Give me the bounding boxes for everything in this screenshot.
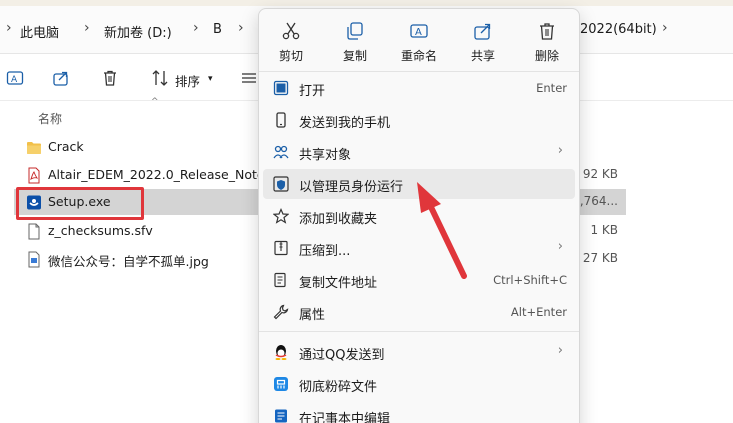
share-icon	[474, 23, 491, 40]
menu-item-send-to-phone[interactable]: 发送到我的手机	[263, 105, 575, 135]
delete-button[interactable]: 删除	[515, 13, 579, 71]
view-icon[interactable]	[240, 69, 258, 87]
share-button[interactable]: 共享	[451, 13, 515, 71]
menu-item-label: 复制文件地址	[299, 276, 378, 291]
menu-item-label: 打开	[299, 84, 326, 99]
cut-label: 剪切	[278, 49, 303, 63]
menu-item-run-as-admin[interactable]: 以管理员身份运行	[263, 169, 575, 199]
trash-icon[interactable]	[101, 69, 119, 87]
chevron-right-icon: ›	[557, 239, 563, 254]
notepad-icon	[275, 409, 287, 423]
menu-item-send-via-qq[interactable]: 通过QQ发送到 ›	[263, 337, 575, 367]
chevron-right-icon: ›	[6, 20, 12, 36]
file-size: ,764...	[579, 194, 618, 208]
menu-item-label: 压缩到...	[299, 244, 351, 259]
image-icon	[28, 251, 40, 268]
chevron-down-icon[interactable]: ▾	[208, 74, 213, 84]
pdf-icon	[28, 167, 40, 184]
file-size: 1 KB	[590, 223, 618, 237]
file-name: Altair_EDEM_2022.0_Release_Notes.p	[48, 167, 283, 182]
menu-item-label: 通过QQ发送到	[299, 348, 385, 363]
context-menu: 剪切 复制 A 重命名 共享 删除 打开 Enter 发送到我的手机 共享对象 …	[258, 8, 580, 423]
copy-icon	[347, 22, 363, 40]
annotation-highlight-box	[16, 187, 144, 220]
breadcrumb-item-this-pc[interactable]: 此电脑	[20, 22, 59, 41]
sort-caret-icon: ^	[151, 97, 159, 107]
share-object-icon	[273, 145, 289, 159]
menu-item-edit-in-notepad[interactable]: 在记事本中编辑	[263, 401, 575, 423]
folder-icon	[27, 142, 41, 154]
file-size: 27 KB	[582, 251, 618, 265]
chevron-right-icon: ›	[557, 143, 563, 158]
rename-icon[interactable]: A	[6, 69, 24, 87]
file-icon	[28, 223, 40, 240]
chevron-right-icon[interactable]: ›	[84, 20, 90, 36]
copy-path-icon	[274, 272, 286, 288]
menu-item-label: 属性	[299, 308, 326, 323]
chevron-right-icon: ›	[557, 343, 563, 358]
rename-icon: A	[410, 24, 428, 38]
menu-item-compress[interactable]: 压缩到... ›	[263, 233, 575, 263]
column-header-name[interactable]: 名称	[38, 110, 62, 127]
menu-item-label: 彻底粉碎文件	[299, 380, 378, 395]
copy-button[interactable]: 复制	[323, 13, 387, 71]
sort-button[interactable]: 排序	[175, 71, 200, 90]
open-icon	[273, 80, 289, 96]
share-icon[interactable]	[52, 69, 70, 87]
share-label: 共享	[470, 49, 495, 63]
menu-item-shred-file[interactable]: 彻底粉碎文件	[263, 369, 575, 399]
svg-text:A: A	[11, 75, 18, 85]
rename-button[interactable]: A 重命名	[387, 13, 451, 71]
menu-item-open[interactable]: 打开 Enter	[263, 73, 575, 103]
file-name: Crack	[48, 139, 84, 154]
sort-icon[interactable]	[151, 69, 169, 87]
menu-item-label: 在记事本中编辑	[299, 412, 391, 423]
wrench-icon	[273, 304, 289, 320]
phone-icon	[276, 112, 286, 128]
menu-divider	[259, 331, 579, 332]
svg-text:A: A	[415, 27, 422, 38]
menu-item-properties[interactable]: 属性 Alt+Enter	[263, 297, 575, 327]
delete-label: 删除	[534, 49, 559, 63]
menu-item-copy-path[interactable]: 复制文件地址 Ctrl+Shift+C	[263, 265, 575, 295]
menu-divider	[259, 71, 579, 72]
shield-icon	[273, 176, 289, 192]
rename-label: 重命名	[400, 49, 437, 63]
chevron-right-icon[interactable]: ›	[238, 20, 244, 36]
scissors-icon	[282, 22, 300, 40]
chevron-right-icon[interactable]: ›	[662, 20, 668, 36]
copy-label: 复制	[342, 49, 367, 63]
trash-icon	[540, 23, 554, 40]
menu-item-shortcut: Alt+Enter	[510, 305, 567, 319]
menu-item-label: 添加到收藏夹	[299, 212, 378, 227]
breadcrumb-item-b[interactable]: B	[213, 22, 222, 37]
chevron-right-icon[interactable]: ›	[193, 20, 199, 36]
shred-icon	[274, 377, 288, 391]
menu-item-label: 以管理员身份运行	[299, 180, 404, 195]
cut-button[interactable]: 剪切	[259, 13, 323, 71]
menu-item-label: 共享对象	[299, 148, 352, 163]
menu-item-share-object[interactable]: 共享对象 ›	[263, 137, 575, 167]
menu-item-shortcut: Enter	[536, 81, 567, 95]
archive-icon	[274, 240, 288, 256]
file-name: 微信公众号：自学不孤单.jpg	[48, 254, 209, 269]
star-icon	[273, 208, 289, 224]
breadcrumb-item-folder[interactable]: 2022(64bit)	[580, 22, 657, 37]
menu-item-label: 发送到我的手机	[299, 116, 391, 131]
file-size: 92 KB	[582, 167, 618, 181]
file-name: z_checksums.sfv	[48, 223, 153, 238]
menu-item-add-to-favorites[interactable]: 添加到收藏夹	[263, 201, 575, 231]
breadcrumb-item-drive-d[interactable]: 新加卷 (D:)	[104, 22, 172, 41]
menu-item-shortcut: Ctrl+Shift+C	[493, 273, 567, 287]
qq-icon	[275, 345, 287, 360]
